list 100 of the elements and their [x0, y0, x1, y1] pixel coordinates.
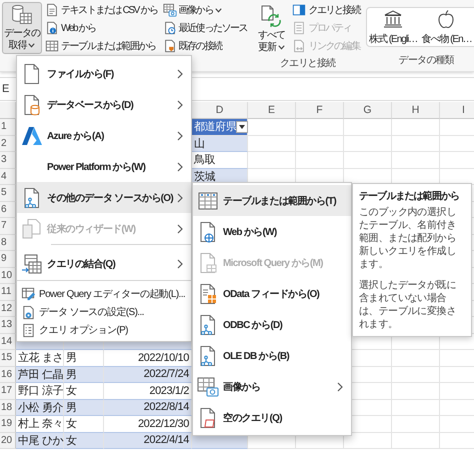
row-header[interactable]: 14 — [0, 334, 16, 350]
row-header[interactable]: 5 — [0, 185, 16, 202]
chevron-right-icon — [177, 192, 183, 202]
table-camera-icon — [197, 376, 219, 398]
documents-refresh-icon — [259, 4, 284, 28]
column-header[interactable]: E — [248, 102, 296, 119]
table-header-cell: 都道府県 — [192, 119, 248, 136]
table-cell: 2022/4/14 — [104, 432, 192, 449]
menu-item[interactable]: OLE DB から(B) — [193, 340, 351, 371]
name-box[interactable]: E — [0, 83, 10, 95]
empty-cell — [392, 136, 440, 152]
filter-dropdown-button[interactable] — [236, 120, 248, 133]
menu-item[interactable]: その他のデータ ソースから(O) — [17, 182, 191, 213]
row-header[interactable]: 19 — [0, 416, 16, 432]
caret-down-icon — [278, 44, 285, 50]
row-header[interactable]: 1 — [0, 119, 16, 136]
logo-icon — [21, 124, 43, 146]
column-header[interactable]: I — [440, 102, 474, 119]
empty-cell — [392, 432, 440, 449]
table-cell: 女 — [64, 432, 104, 449]
menu-item[interactable]: Power Query エディターの起動(L)... — [17, 280, 191, 303]
empty-cell — [344, 136, 392, 152]
document-link-icon — [292, 39, 306, 53]
ribbon-button[interactable]: 画像から — [160, 2, 250, 18]
tooltip-title: テーブルまたは範囲から — [359, 190, 460, 203]
tooltip-text: このブック内の選択したテーブル、名前付き範囲、または配列から新しいクエリを作成します。 — [359, 206, 458, 271]
row-header[interactable]: 7 — [0, 218, 16, 234]
empty-cell — [392, 350, 440, 366]
ribbon-button[interactable]: 既存の接続 — [160, 38, 250, 54]
row-header[interactable]: 17 — [0, 383, 16, 400]
tables-merge-icon — [21, 253, 43, 275]
column-header[interactable]: F — [296, 102, 344, 119]
table-cell: 芦田 仁晶 — [16, 366, 64, 383]
row-header[interactable]: 10 — [0, 268, 16, 284]
chevron-right-icon — [177, 68, 183, 78]
table-cell: 山 — [192, 136, 248, 152]
empty-cell — [344, 152, 392, 168]
chevron-right-icon — [177, 259, 183, 269]
empty-cell — [392, 119, 440, 136]
column-header[interactable]: D — [192, 102, 248, 119]
chevron-right-icon — [177, 100, 183, 110]
documents-icon — [21, 218, 43, 240]
row-header[interactable]: 18 — [0, 400, 16, 416]
data-type-button[interactable]: 食べ物 (En… — [419, 8, 474, 46]
menu-item[interactable]: データ ソースの設定(S)... — [17, 303, 191, 321]
menu-item[interactable]: Azure から(A) — [17, 120, 191, 151]
list-icon — [20, 322, 36, 338]
tooltip-text: 選択したデータが既に含まれていない場合は、テーブルに変換されます。 — [359, 279, 458, 331]
group-label: クエリと接続 — [280, 56, 336, 70]
bank-icon — [383, 8, 404, 28]
list-icon — [292, 21, 306, 35]
menu-item[interactable]: Web から(W) — [193, 216, 351, 247]
empty-cell — [296, 119, 344, 136]
row-header[interactable]: 8 — [0, 234, 16, 251]
row-header[interactable]: 6 — [0, 202, 16, 218]
row-header[interactable]: 11 — [0, 284, 16, 300]
row-header[interactable]: 9 — [0, 251, 16, 268]
table-cell: 2022/7/24 — [104, 366, 192, 383]
document-info-icon — [45, 21, 59, 35]
database-table-icon — [11, 4, 33, 26]
column-header[interactable]: G — [344, 102, 392, 119]
menu-item[interactable]: クエリ オプション(P) — [17, 321, 191, 339]
row-header[interactable]: 12 — [0, 300, 16, 317]
ribbon-button[interactable]: クエリと接続 — [290, 2, 362, 18]
document-gear-icon — [20, 304, 36, 320]
menu-item[interactable]: ファイルから(F) — [17, 58, 191, 89]
menu-item[interactable]: OData フィードから(O) — [193, 278, 351, 309]
row-header[interactable]: 20 — [0, 432, 16, 449]
column-header[interactable]: H — [392, 102, 440, 119]
menu-item[interactable]: ODBC から(D) — [193, 309, 351, 340]
table-cell: 小松 勇介 — [16, 400, 64, 416]
row-header[interactable]: 2 — [0, 136, 16, 152]
empty-cell — [392, 416, 440, 432]
table-cell: 2022/8/14 — [104, 400, 192, 416]
menu-item[interactable]: 画像から — [193, 371, 351, 402]
document-clock-icon — [162, 21, 177, 35]
ribbon-button[interactable]: テキストまたは CSV から — [43, 2, 160, 18]
get-data-button[interactable]: データの 取得 — [2, 2, 42, 54]
menu-item[interactable]: データベースから(D) — [17, 89, 191, 120]
data-type-button[interactable]: 株式 (Engli… — [366, 8, 420, 46]
document-text-icon — [45, 3, 59, 17]
ribbon-button[interactable]: テーブルまたは範囲から — [43, 38, 160, 54]
row-header[interactable]: 13 — [0, 317, 16, 334]
table-icon — [197, 190, 219, 212]
row-header[interactable]: 4 — [0, 168, 16, 185]
row-header[interactable]: 3 — [0, 152, 16, 168]
ribbon-button[interactable]: Web から — [43, 20, 160, 36]
table-cell: 男 — [64, 366, 104, 383]
caret-down-icon — [214, 8, 222, 12]
empty-cell — [248, 152, 296, 168]
empty-cell — [392, 383, 440, 400]
refresh-all-button[interactable]: すべて 更新 — [253, 2, 290, 56]
row-header[interactable]: 16 — [0, 366, 16, 383]
ribbon-button[interactable]: 最近使ったソース — [160, 20, 250, 36]
menu-item[interactable]: Power Platform から(W) — [17, 151, 191, 182]
empty-cell — [392, 400, 440, 416]
row-header[interactable]: 15 — [0, 350, 16, 366]
menu-item[interactable]: テーブルまたは範囲から(T) — [193, 185, 351, 216]
table-icon — [45, 39, 59, 53]
menu-item[interactable]: 空のクエリ(Q) — [193, 402, 351, 433]
